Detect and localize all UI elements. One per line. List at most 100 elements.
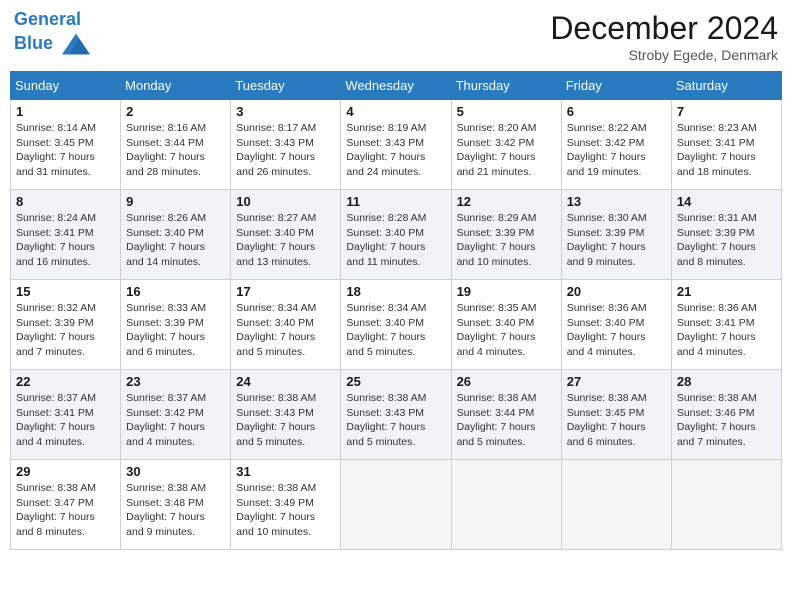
day-info: Sunrise: 8:20 AMSunset: 3:42 PMDaylight:… <box>457 122 537 178</box>
day-number: 21 <box>677 284 776 299</box>
month-title: December 2024 <box>550 10 778 47</box>
logo: General Blue <box>14 10 90 58</box>
calendar-cell: 8 Sunrise: 8:24 AMSunset: 3:41 PMDayligh… <box>11 190 121 280</box>
logo-text: General <box>14 10 90 30</box>
calendar-cell: 30 Sunrise: 8:38 AMSunset: 3:48 PMDaylig… <box>121 460 231 550</box>
day-info: Sunrise: 8:17 AMSunset: 3:43 PMDaylight:… <box>236 122 316 178</box>
day-number: 31 <box>236 464 335 479</box>
day-number: 15 <box>16 284 115 299</box>
weekday-header-friday: Friday <box>561 72 671 100</box>
day-number: 5 <box>457 104 556 119</box>
title-section: December 2024 Stroby Egede, Denmark <box>550 10 778 63</box>
weekday-header-sunday: Sunday <box>11 72 121 100</box>
calendar-cell: 22 Sunrise: 8:37 AMSunset: 3:41 PMDaylig… <box>11 370 121 460</box>
calendar-cell: 18 Sunrise: 8:34 AMSunset: 3:40 PMDaylig… <box>341 280 451 370</box>
day-info: Sunrise: 8:38 AMSunset: 3:44 PMDaylight:… <box>457 392 537 448</box>
day-info: Sunrise: 8:34 AMSunset: 3:40 PMDaylight:… <box>236 302 316 358</box>
calendar-cell: 27 Sunrise: 8:38 AMSunset: 3:45 PMDaylig… <box>561 370 671 460</box>
calendar-cell: 1 Sunrise: 8:14 AMSunset: 3:45 PMDayligh… <box>11 100 121 190</box>
day-number: 14 <box>677 194 776 209</box>
day-number: 2 <box>126 104 225 119</box>
day-number: 20 <box>567 284 666 299</box>
calendar-cell: 9 Sunrise: 8:26 AMSunset: 3:40 PMDayligh… <box>121 190 231 280</box>
day-info: Sunrise: 8:19 AMSunset: 3:43 PMDaylight:… <box>346 122 426 178</box>
page-header: General Blue December 2024 Stroby Egede,… <box>10 10 782 63</box>
calendar-cell: 6 Sunrise: 8:22 AMSunset: 3:42 PMDayligh… <box>561 100 671 190</box>
day-number: 10 <box>236 194 335 209</box>
day-number: 30 <box>126 464 225 479</box>
calendar-cell: 7 Sunrise: 8:23 AMSunset: 3:41 PMDayligh… <box>671 100 781 190</box>
calendar-cell: 21 Sunrise: 8:36 AMSunset: 3:41 PMDaylig… <box>671 280 781 370</box>
day-number: 18 <box>346 284 445 299</box>
calendar-cell: 25 Sunrise: 8:38 AMSunset: 3:43 PMDaylig… <box>341 370 451 460</box>
calendar-cell: 23 Sunrise: 8:37 AMSunset: 3:42 PMDaylig… <box>121 370 231 460</box>
day-number: 29 <box>16 464 115 479</box>
day-number: 24 <box>236 374 335 389</box>
calendar-cell: 17 Sunrise: 8:34 AMSunset: 3:40 PMDaylig… <box>231 280 341 370</box>
day-info: Sunrise: 8:38 AMSunset: 3:49 PMDaylight:… <box>236 482 316 538</box>
calendar-cell: 5 Sunrise: 8:20 AMSunset: 3:42 PMDayligh… <box>451 100 561 190</box>
day-info: Sunrise: 8:34 AMSunset: 3:40 PMDaylight:… <box>346 302 426 358</box>
day-number: 25 <box>346 374 445 389</box>
calendar-cell: 26 Sunrise: 8:38 AMSunset: 3:44 PMDaylig… <box>451 370 561 460</box>
day-info: Sunrise: 8:37 AMSunset: 3:41 PMDaylight:… <box>16 392 96 448</box>
day-number: 23 <box>126 374 225 389</box>
day-number: 13 <box>567 194 666 209</box>
calendar-cell: 12 Sunrise: 8:29 AMSunset: 3:39 PMDaylig… <box>451 190 561 280</box>
day-info: Sunrise: 8:24 AMSunset: 3:41 PMDaylight:… <box>16 212 96 268</box>
day-info: Sunrise: 8:14 AMSunset: 3:45 PMDaylight:… <box>16 122 96 178</box>
calendar-cell: 3 Sunrise: 8:17 AMSunset: 3:43 PMDayligh… <box>231 100 341 190</box>
day-info: Sunrise: 8:23 AMSunset: 3:41 PMDaylight:… <box>677 122 757 178</box>
calendar-cell: 13 Sunrise: 8:30 AMSunset: 3:39 PMDaylig… <box>561 190 671 280</box>
day-number: 11 <box>346 194 445 209</box>
day-info: Sunrise: 8:27 AMSunset: 3:40 PMDaylight:… <box>236 212 316 268</box>
day-info: Sunrise: 8:36 AMSunset: 3:40 PMDaylight:… <box>567 302 647 358</box>
day-number: 3 <box>236 104 335 119</box>
day-info: Sunrise: 8:32 AMSunset: 3:39 PMDaylight:… <box>16 302 96 358</box>
calendar-cell <box>341 460 451 550</box>
day-info: Sunrise: 8:38 AMSunset: 3:43 PMDaylight:… <box>236 392 316 448</box>
day-info: Sunrise: 8:38 AMSunset: 3:45 PMDaylight:… <box>567 392 647 448</box>
weekday-header-row: SundayMondayTuesdayWednesdayThursdayFrid… <box>11 72 782 100</box>
calendar-week-3: 15 Sunrise: 8:32 AMSunset: 3:39 PMDaylig… <box>11 280 782 370</box>
calendar-cell: 10 Sunrise: 8:27 AMSunset: 3:40 PMDaylig… <box>231 190 341 280</box>
calendar-cell: 15 Sunrise: 8:32 AMSunset: 3:39 PMDaylig… <box>11 280 121 370</box>
day-info: Sunrise: 8:30 AMSunset: 3:39 PMDaylight:… <box>567 212 647 268</box>
day-number: 19 <box>457 284 556 299</box>
day-number: 12 <box>457 194 556 209</box>
weekday-header-saturday: Saturday <box>671 72 781 100</box>
calendar-cell: 31 Sunrise: 8:38 AMSunset: 3:49 PMDaylig… <box>231 460 341 550</box>
calendar-cell: 28 Sunrise: 8:38 AMSunset: 3:46 PMDaylig… <box>671 370 781 460</box>
day-info: Sunrise: 8:33 AMSunset: 3:39 PMDaylight:… <box>126 302 206 358</box>
day-number: 8 <box>16 194 115 209</box>
day-info: Sunrise: 8:22 AMSunset: 3:42 PMDaylight:… <box>567 122 647 178</box>
calendar-week-4: 22 Sunrise: 8:37 AMSunset: 3:41 PMDaylig… <box>11 370 782 460</box>
calendar-cell <box>451 460 561 550</box>
day-number: 22 <box>16 374 115 389</box>
calendar-cell: 2 Sunrise: 8:16 AMSunset: 3:44 PMDayligh… <box>121 100 231 190</box>
calendar-cell: 19 Sunrise: 8:35 AMSunset: 3:40 PMDaylig… <box>451 280 561 370</box>
weekday-header-tuesday: Tuesday <box>231 72 341 100</box>
day-info: Sunrise: 8:37 AMSunset: 3:42 PMDaylight:… <box>126 392 206 448</box>
calendar-cell: 14 Sunrise: 8:31 AMSunset: 3:39 PMDaylig… <box>671 190 781 280</box>
weekday-header-monday: Monday <box>121 72 231 100</box>
logo-text2: Blue <box>14 30 90 58</box>
calendar-week-2: 8 Sunrise: 8:24 AMSunset: 3:41 PMDayligh… <box>11 190 782 280</box>
calendar-cell: 24 Sunrise: 8:38 AMSunset: 3:43 PMDaylig… <box>231 370 341 460</box>
calendar-cell: 11 Sunrise: 8:28 AMSunset: 3:40 PMDaylig… <box>341 190 451 280</box>
day-info: Sunrise: 8:38 AMSunset: 3:48 PMDaylight:… <box>126 482 206 538</box>
calendar-cell: 4 Sunrise: 8:19 AMSunset: 3:43 PMDayligh… <box>341 100 451 190</box>
day-number: 7 <box>677 104 776 119</box>
calendar-cell: 16 Sunrise: 8:33 AMSunset: 3:39 PMDaylig… <box>121 280 231 370</box>
day-number: 26 <box>457 374 556 389</box>
day-number: 17 <box>236 284 335 299</box>
calendar-cell: 20 Sunrise: 8:36 AMSunset: 3:40 PMDaylig… <box>561 280 671 370</box>
day-number: 1 <box>16 104 115 119</box>
calendar-cell <box>561 460 671 550</box>
day-number: 9 <box>126 194 225 209</box>
day-info: Sunrise: 8:28 AMSunset: 3:40 PMDaylight:… <box>346 212 426 268</box>
day-info: Sunrise: 8:26 AMSunset: 3:40 PMDaylight:… <box>126 212 206 268</box>
day-info: Sunrise: 8:16 AMSunset: 3:44 PMDaylight:… <box>126 122 206 178</box>
weekday-header-thursday: Thursday <box>451 72 561 100</box>
calendar-week-1: 1 Sunrise: 8:14 AMSunset: 3:45 PMDayligh… <box>11 100 782 190</box>
